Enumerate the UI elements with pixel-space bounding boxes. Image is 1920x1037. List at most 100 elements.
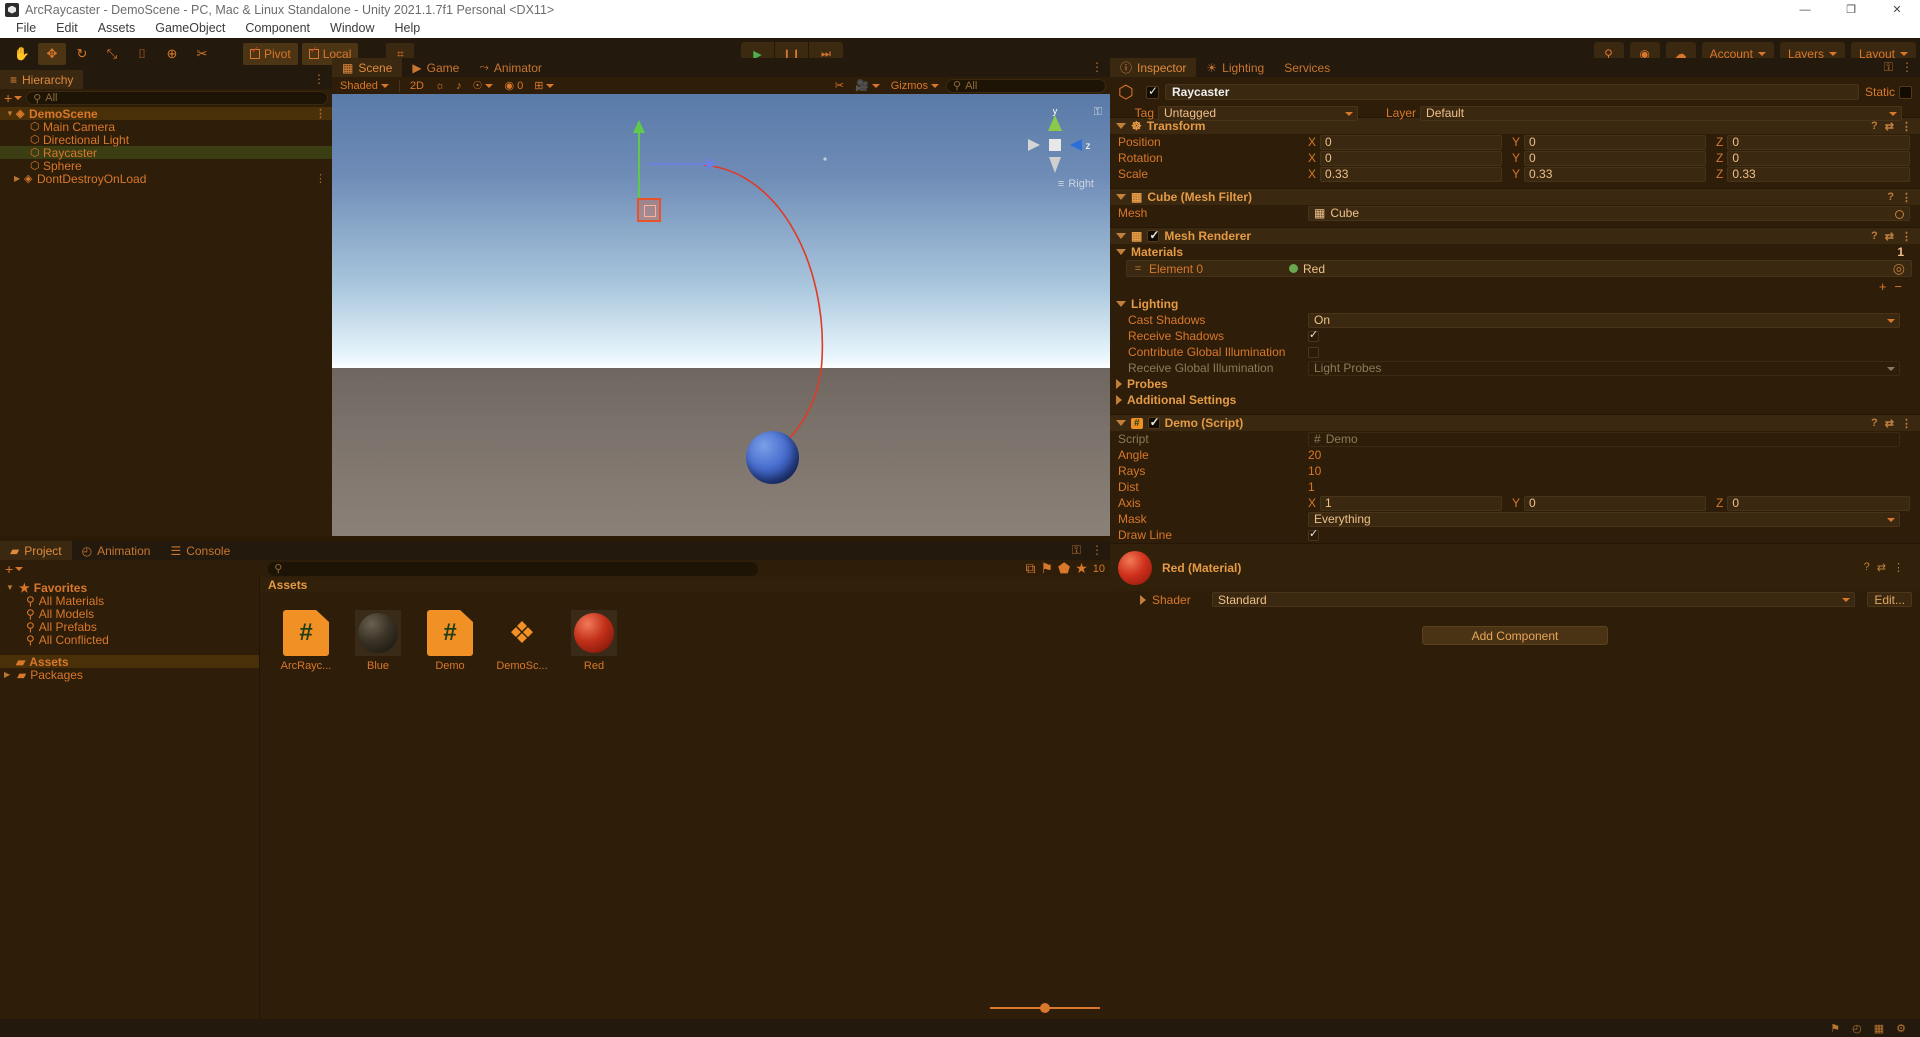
scene-options-icon[interactable]: ⋮ — [1091, 60, 1104, 74]
project-label-icon[interactable]: ⬟ — [1058, 560, 1070, 577]
chevron-down-icon[interactable] — [1116, 249, 1126, 255]
receive-shadows-checkbox[interactable] — [1308, 328, 1319, 342]
object-picker-icon[interactable] — [1895, 209, 1904, 219]
axis-y-field[interactable]: Y0 — [1512, 495, 1706, 511]
draw-line-checkbox[interactable] — [1308, 527, 1319, 541]
tab-animator[interactable]: ⤳ Animator — [469, 58, 552, 77]
hierarchy-item-dontdestroyonload[interactable]: ▶ ◈ DontDestroyOnLoad ⋮ — [0, 172, 332, 186]
status-settings-icon[interactable]: ⚙ — [1896, 1022, 1906, 1035]
menu-item-edit[interactable]: Edit — [46, 19, 88, 38]
layer-dropdown[interactable]: Default — [1420, 105, 1902, 121]
asset-item[interactable]: Red — [566, 610, 622, 672]
hierarchy-item-directional-light[interactable]: ⬡ Directional Light — [0, 133, 332, 147]
scene-view-orientation-label[interactable]: ≡ Right — [1058, 178, 1094, 190]
scene-fx-icon[interactable]: ☉ — [468, 78, 498, 93]
y-axis-handle[interactable] — [633, 120, 645, 200]
position-x-field[interactable]: X0 — [1308, 134, 1502, 150]
scene-options-icon[interactable]: ⋮ — [315, 172, 326, 185]
scale-tool-icon[interactable]: ⤡ — [98, 43, 126, 65]
project-filter-icon[interactable]: ⚑ — [1040, 560, 1053, 577]
project-favorite-icon[interactable]: ★ — [1075, 560, 1088, 577]
tag-dropdown[interactable]: Untagged — [1158, 105, 1358, 121]
project-popout-icon[interactable]: ⧉ — [1025, 560, 1035, 577]
status-flag-icon[interactable]: ⚑ — [1830, 1022, 1840, 1035]
project-search-input[interactable]: ⚲ — [268, 561, 759, 576]
hierarchy-item-main-camera[interactable]: ⬡ Main Camera — [0, 120, 332, 134]
project-tree-all-conflicted[interactable]: ⚲ All Conflicted — [0, 633, 259, 647]
drag-handle-icon[interactable]: = — [1127, 263, 1149, 275]
tab-hierarchy[interactable]: ≡ Hierarchy — [0, 70, 84, 89]
remove-material-button[interactable]: − — [1894, 279, 1902, 294]
preset-icon[interactable]: ⇄ — [1885, 417, 1894, 430]
cast-shadows-dropdown[interactable]: On — [1308, 312, 1900, 328]
maximize-button[interactable]: ❐ — [1828, 0, 1874, 19]
menu-item-help[interactable]: Help — [384, 19, 430, 38]
lighting-foldout[interactable]: Lighting — [1110, 296, 1920, 312]
component-menu-icon[interactable]: ⋮ — [1901, 120, 1912, 133]
position-y-field[interactable]: Y0 — [1512, 134, 1706, 150]
shader-dropdown[interactable]: Standard — [1212, 592, 1856, 607]
shading-mode-dropdown[interactable]: Shaded — [336, 78, 393, 93]
chevron-right-icon[interactable] — [1116, 379, 1122, 389]
preset-icon[interactable]: ⇄ — [1877, 561, 1886, 574]
help-icon[interactable]: ? — [1887, 191, 1894, 204]
sphere-object[interactable] — [746, 431, 799, 484]
chevron-down-icon[interactable] — [1116, 233, 1126, 239]
scene-viewport[interactable]: y z ≡ Right ⚿ — [332, 94, 1110, 536]
asset-size-slider[interactable] — [990, 1003, 1100, 1013]
menu-item-file[interactable]: File — [6, 19, 46, 38]
scale-z-field[interactable]: Z 0.33 — [1716, 166, 1910, 182]
additional-settings-foldout[interactable]: Additional Settings — [1110, 392, 1920, 408]
probes-foldout[interactable]: Probes — [1110, 376, 1920, 392]
chevron-down-icon[interactable] — [1116, 123, 1126, 129]
chevron-down-icon[interactable]: ▼ — [6, 109, 16, 118]
static-checkbox[interactable] — [1899, 85, 1912, 99]
menu-item-gameobject[interactable]: GameObject — [145, 19, 235, 38]
scale-x-field[interactable]: X 0.33 — [1308, 166, 1502, 182]
help-icon[interactable]: ? — [1871, 120, 1878, 133]
demo-script-enabled-checkbox[interactable] — [1147, 415, 1160, 429]
scale-y-field[interactable]: Y 0.33 — [1512, 166, 1706, 182]
tab-lighting[interactable]: ☀ Lighting — [1196, 58, 1274, 77]
rotation-z-field[interactable]: Z0 — [1716, 150, 1910, 166]
rotation-y-field[interactable]: Y0 — [1512, 150, 1706, 166]
project-tree-favorites[interactable]: ▼ ★ Favorites — [0, 581, 259, 595]
scene-lock-icon[interactable]: ⚿ — [1094, 106, 1102, 119]
inspector-options-icon[interactable]: ⋮ — [1901, 60, 1914, 74]
scene-camera-icon[interactable]: 🎥 — [851, 78, 884, 93]
rotate-tool-icon[interactable]: ↻ — [68, 43, 96, 65]
menu-item-window[interactable]: Window — [320, 19, 384, 38]
status-history-icon[interactable]: ◴ — [1852, 1022, 1862, 1035]
tab-project[interactable]: ▰ Project — [0, 541, 72, 560]
2d-toggle[interactable]: 2D — [405, 78, 428, 93]
scene-view-axis-gizmo[interactable]: y z — [1020, 109, 1090, 189]
project-tree-all-models[interactable]: ⚲ All Models — [0, 607, 259, 621]
asset-item[interactable]: # Demo — [422, 610, 478, 672]
edit-shader-button[interactable]: Edit... — [1867, 592, 1912, 607]
status-grid-icon[interactable]: ▦ — [1874, 1022, 1884, 1035]
chevron-down-icon[interactable] — [1116, 301, 1126, 307]
scene-lighting-icon[interactable]: ☼ — [431, 78, 450, 93]
help-icon[interactable]: ? — [1871, 417, 1878, 430]
material-element-row[interactable]: = Element 0 Red ◎ — [1126, 260, 1912, 277]
chevron-right-icon[interactable] — [1116, 395, 1122, 405]
project-tree-all-prefabs[interactable]: ⚲ All Prefabs — [0, 620, 259, 634]
position-z-field[interactable]: Z0 — [1716, 134, 1910, 150]
minimize-button[interactable]: — — [1782, 0, 1828, 19]
hierarchy-item-sphere[interactable]: ⬡ Sphere — [0, 159, 332, 173]
asset-item[interactable]: ❖ DemoSc... — [494, 610, 550, 673]
tab-animation[interactable]: ◴ Animation — [72, 541, 161, 560]
object-name-input[interactable]: Raycaster — [1165, 84, 1859, 100]
component-menu-icon[interactable]: ⋮ — [1901, 417, 1912, 430]
mesh-object-field[interactable]: ▦ Cube — [1308, 205, 1910, 221]
transform-tool-icon[interactable]: ⊕ — [158, 43, 186, 65]
mesh-renderer-enabled-checkbox[interactable] — [1147, 228, 1159, 242]
project-tree-all-materials[interactable]: ⚲ All Materials — [0, 594, 259, 608]
slider-knob[interactable] — [1040, 1003, 1050, 1013]
hierarchy-item-raycaster[interactable]: ⬡ Raycaster — [0, 146, 332, 160]
hierarchy-add-button[interactable]: + — [4, 90, 23, 106]
selected-cube-gizmo[interactable] — [637, 198, 661, 222]
inspector-lock-icon[interactable]: ⚿ — [1884, 60, 1894, 75]
add-component-button[interactable]: Add Component — [1422, 626, 1608, 645]
project-options-icon[interactable]: ⋮ — [1091, 543, 1104, 557]
